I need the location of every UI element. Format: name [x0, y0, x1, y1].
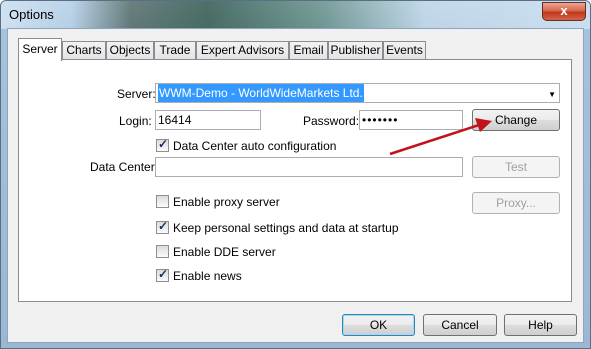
- tab-server[interactable]: Server: [18, 38, 62, 61]
- annotation-arrow: [389, 118, 492, 156]
- options-window: Options x Server Charts Objects Trade Ex…: [0, 0, 591, 349]
- arrow-shaft: [389, 123, 480, 156]
- arrow-head: [475, 118, 492, 132]
